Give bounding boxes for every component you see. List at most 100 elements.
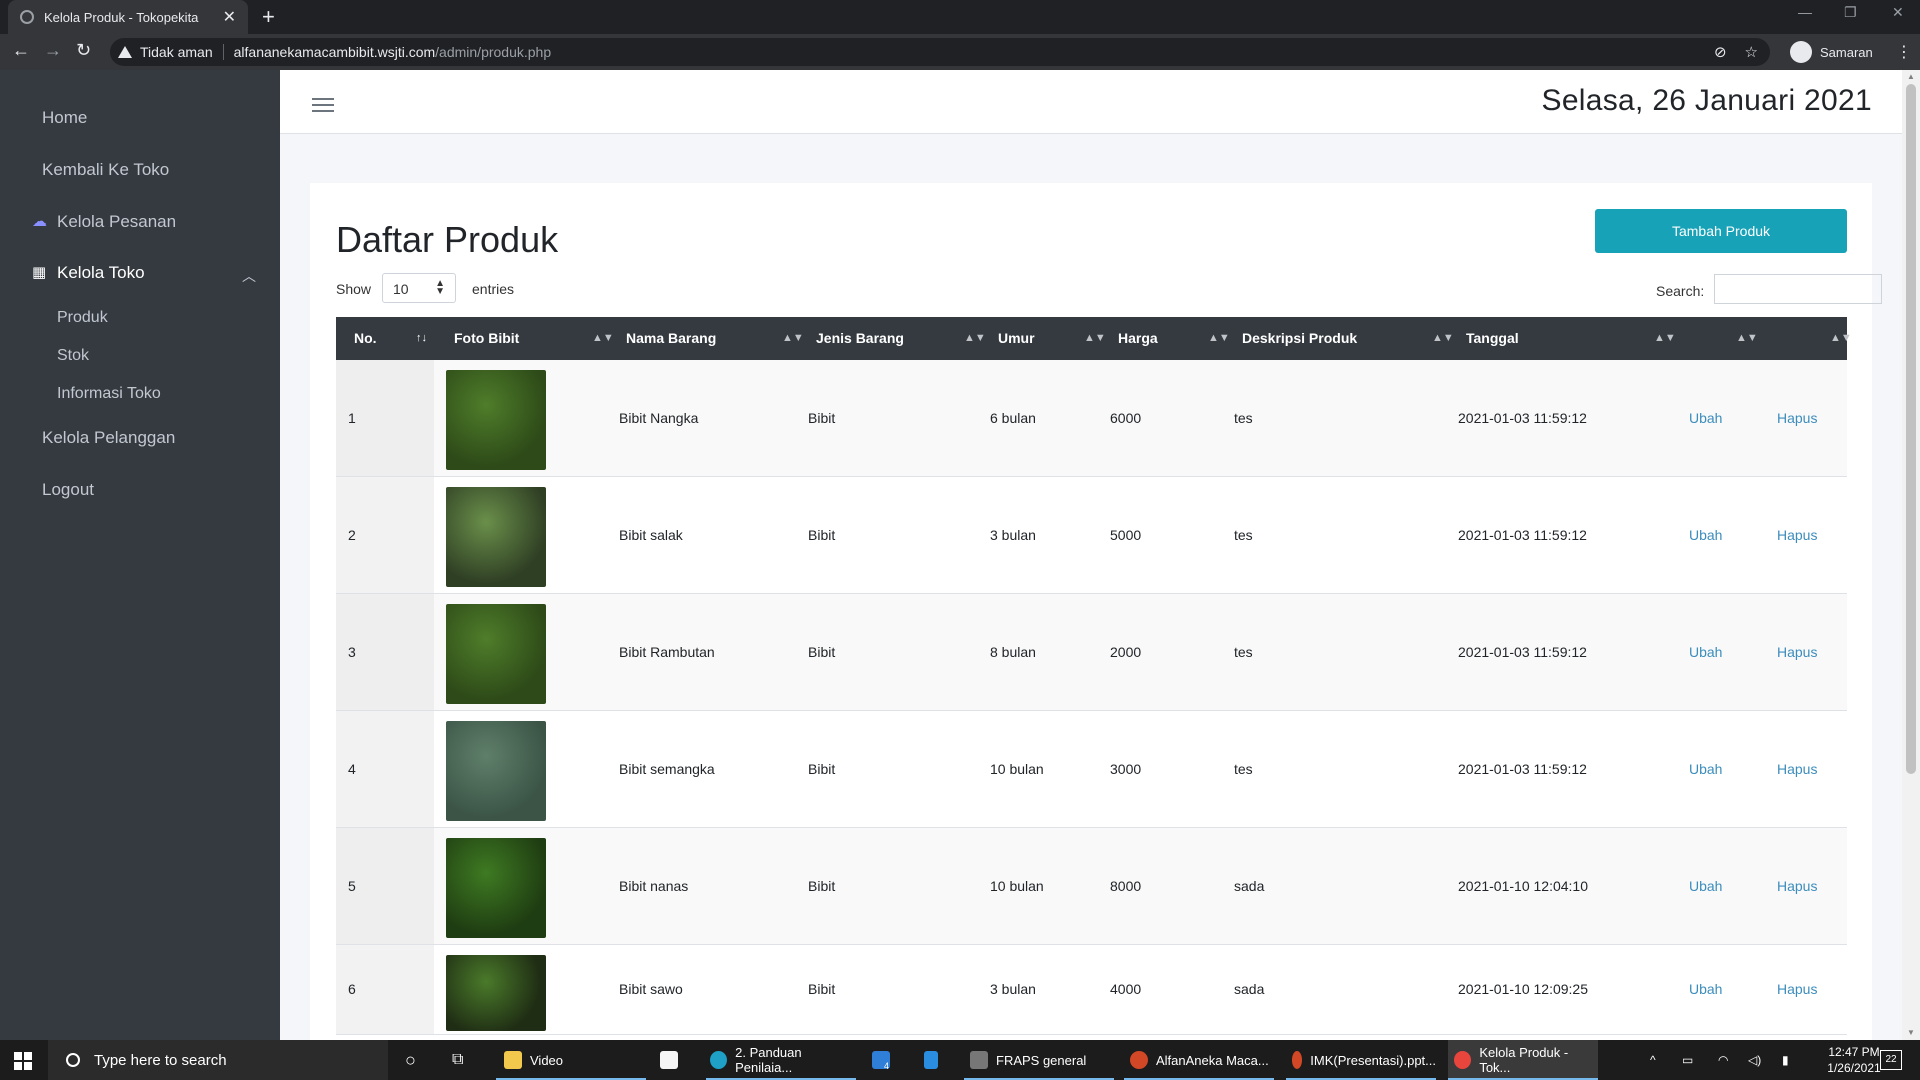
entries-select[interactable]: 10 ▲ ▼	[382, 273, 456, 303]
delete-link[interactable]: Hapus	[1777, 527, 1817, 543]
browser-tab[interactable]: Kelola Produk - Tokopekita ✕	[8, 0, 248, 34]
chevron-up-icon[interactable]: ︿	[242, 266, 256, 286]
sidebar-subitem-store-info[interactable]: Informasi Toko	[57, 385, 161, 403]
profile-button[interactable]: Samaran	[1790, 39, 1873, 65]
edit-link[interactable]: Ubah	[1689, 761, 1722, 777]
taskbar-item-edge[interactable]: 2. Panduan Penilaia...	[706, 1040, 856, 1080]
add-product-button[interactable]: Tambah Produk	[1595, 209, 1847, 253]
wifi-icon[interactable]: ◠	[1718, 1040, 1728, 1080]
cell-price: 8000	[1110, 878, 1142, 894]
sort-icon[interactable]: ▲▼	[1432, 317, 1454, 360]
seedling-photo	[446, 838, 546, 938]
table-row: 2 Bibit salak Bibit 3 bulan 5000 tes 2021-01-0…	[336, 477, 1847, 594]
taskbar-item-powerpoint-2[interactable]: IMK(Presentasi).ppt...	[1286, 1040, 1436, 1080]
taskbar-item-fraps[interactable]: FRAPS general	[964, 1040, 1114, 1080]
minimize-icon[interactable]: —	[1798, 4, 1812, 20]
column-header-age[interactable]: Umur	[998, 317, 1035, 360]
column-header-name[interactable]: Nama Barang	[626, 317, 716, 360]
edit-link[interactable]: Ubah	[1689, 410, 1722, 426]
sidebar-item-orders[interactable]: Kelola Pesanan	[57, 212, 176, 232]
taskbar-item-video[interactable]: Video	[496, 1040, 646, 1080]
close-tab-icon[interactable]: ✕	[223, 7, 236, 27]
menu-icon[interactable]: ⋮	[1896, 42, 1912, 62]
sort-icon[interactable]: ▲▼	[1736, 317, 1758, 360]
mail-icon[interactable]: 4	[872, 1040, 890, 1080]
powerpoint-icon	[1292, 1051, 1303, 1069]
close-window-icon[interactable]: ✕	[1892, 4, 1904, 21]
forward-icon[interactable]: →	[44, 40, 62, 61]
column-header-type[interactable]: Jenis Barang	[816, 317, 904, 360]
star-icon[interactable]: ☆	[1745, 43, 1758, 61]
edit-link[interactable]: Ubah	[1689, 878, 1722, 894]
taskbar-item-chrome[interactable]: Kelola Produk - Tok...	[1448, 1040, 1598, 1080]
address-bar[interactable]: Tidak aman alfananekamacambibit.wsjti.co…	[110, 38, 1770, 66]
column-header-no[interactable]: No.	[354, 317, 377, 360]
delete-link[interactable]: Hapus	[1777, 761, 1817, 777]
url-host: alfananekamacambibit.wsjti.com	[233, 44, 436, 60]
taskbar-search[interactable]: Type here to search	[48, 1040, 388, 1080]
cell-date: 2021-01-03 11:59:12	[1458, 644, 1587, 660]
notes-app-icon[interactable]	[924, 1040, 938, 1080]
column-header-price[interactable]: Harga	[1118, 317, 1158, 360]
search-input[interactable]	[1714, 274, 1882, 304]
sort-icon[interactable]: ▲▼	[1830, 317, 1852, 360]
scroll-up-icon[interactable]: ▲	[1907, 72, 1915, 81]
page-scrollbar[interactable]: ▲ ▼	[1902, 70, 1920, 1040]
cell-type: Bibit	[808, 761, 836, 777]
task-view-icon[interactable]: ⧉	[452, 1040, 463, 1080]
sort-icon[interactable]: ▲▼	[782, 317, 804, 360]
edit-link[interactable]: Ubah	[1689, 644, 1722, 660]
delete-link[interactable]: Hapus	[1777, 410, 1817, 426]
sidebar-item-home[interactable]: Home	[42, 108, 87, 128]
column-header-date[interactable]: Tanggal	[1466, 317, 1519, 360]
sidebar-item-logout[interactable]: Logout	[42, 480, 94, 500]
sidebar-item-manage-store[interactable]: Kelola Toko	[57, 263, 145, 283]
sort-icon[interactable]: ▲▼	[1654, 317, 1676, 360]
cell-date: 2021-01-03 11:59:12	[1458, 410, 1587, 426]
sidebar-subitem-stok[interactable]: Stok	[57, 347, 89, 365]
sidebar: Home Kembali Ke Toko ☁ Kelola Pesanan ▦ …	[0, 70, 280, 1040]
windows-start-icon[interactable]	[14, 1052, 32, 1070]
sort-icon[interactable]: ▲▼	[964, 317, 986, 360]
sort-icon[interactable]: ▲▼	[1084, 317, 1106, 360]
eye-off-icon[interactable]: ⊘	[1714, 43, 1727, 61]
delete-link[interactable]: Hapus	[1777, 981, 1817, 997]
battery-icon[interactable]: ▭	[1682, 1040, 1693, 1080]
show-label: Show	[336, 281, 372, 297]
taskbar-search-placeholder: Type here to search	[94, 1051, 227, 1069]
system-clock[interactable]: 12:47 PM 1/26/2021	[1822, 1044, 1886, 1076]
column-header-photo[interactable]: Foto Bibit	[454, 317, 519, 360]
edit-link[interactable]: Ubah	[1689, 527, 1722, 543]
delete-link[interactable]: Hapus	[1777, 644, 1817, 660]
taskbar-item-label: 2. Panduan Penilaia...	[735, 1045, 802, 1075]
hamburger-menu-icon[interactable]	[312, 98, 334, 116]
sort-asc-icon[interactable]: ↑↓	[416, 317, 427, 360]
back-icon[interactable]: ←	[12, 40, 30, 61]
cortana-icon[interactable]: ○	[405, 1040, 416, 1080]
usb-icon[interactable]: ▮	[1782, 1040, 1789, 1080]
volume-icon[interactable]: ◁)	[1748, 1040, 1761, 1080]
store-icon[interactable]	[660, 1040, 678, 1080]
cell-no: 6	[348, 981, 356, 997]
column-header-description[interactable]: Deskripsi Produk	[1242, 317, 1357, 360]
sidebar-item-customers[interactable]: Kelola Pelanggan	[42, 428, 175, 448]
windows-taskbar: Type here to search ○ ⧉ Video 2. Panduan…	[0, 1040, 1920, 1080]
reload-icon[interactable]: ↻	[76, 40, 91, 61]
scroll-down-icon[interactable]: ▼	[1907, 1028, 1915, 1037]
seedling-photo	[446, 487, 546, 587]
taskbar-item-powerpoint-1[interactable]: AlfanAneka Maca...	[1124, 1040, 1274, 1080]
sort-icon[interactable]: ▲▼	[1208, 317, 1230, 360]
cell-type: Bibit	[808, 527, 836, 543]
notification-center-icon[interactable]: 22	[1880, 1050, 1902, 1070]
scrollbar-thumb[interactable]	[1906, 84, 1916, 774]
edit-link[interactable]: Ubah	[1689, 981, 1722, 997]
cell-age: 3 bulan	[990, 527, 1036, 543]
sidebar-item-back-to-store[interactable]: Kembali Ke Toko	[42, 160, 169, 180]
new-tab-button[interactable]: +	[262, 4, 275, 30]
chevron-up-icon[interactable]: ^	[1650, 1040, 1656, 1080]
sidebar-subitem-produk[interactable]: Produk	[57, 309, 108, 327]
seedling-photo	[446, 721, 546, 821]
delete-link[interactable]: Hapus	[1777, 878, 1817, 894]
sort-icon[interactable]: ▲▼	[592, 317, 614, 360]
restore-icon[interactable]: ❐	[1844, 4, 1857, 21]
